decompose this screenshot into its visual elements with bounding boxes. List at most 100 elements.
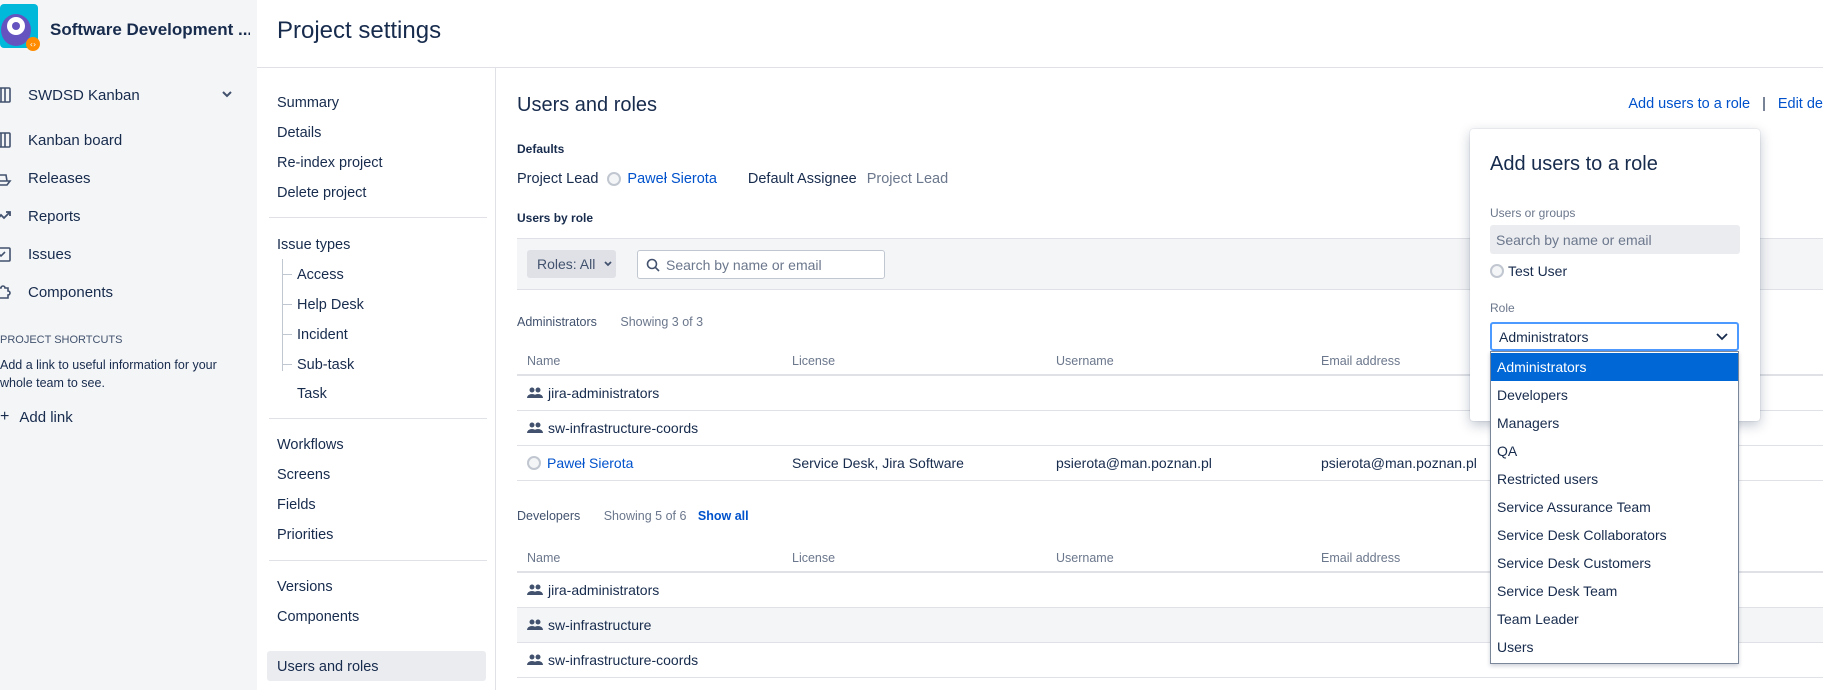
column-header-username: Username [1056, 354, 1114, 368]
column-header-email: Email address [1321, 551, 1401, 565]
settings-nav-issue-type-access[interactable]: Access [297, 267, 344, 283]
sidebar-item-label: Issues [28, 245, 72, 263]
project-sidebar: ‹› Software Development ... SWDSD Kanban… [0, 0, 257, 690]
tree-tick [282, 334, 292, 335]
chevron-down-icon [604, 261, 612, 267]
user-search-input[interactable] [666, 256, 876, 273]
sidebar-item-reports[interactable]: Reports [0, 203, 245, 229]
sidebar-item-components[interactable]: Components [0, 279, 245, 305]
row-name: Paweł Sierota [527, 455, 633, 471]
role-dropdown-list: Administrators Developers Managers QA Re… [1490, 351, 1739, 664]
row-license: Service Desk, Jira Software [792, 455, 964, 471]
top-actions: Add users to a role | Edit de [1628, 96, 1823, 112]
shortcuts-description: Add a link to useful information for you… [0, 358, 217, 390]
show-all-link[interactable]: Show all [698, 509, 749, 523]
column-header-license: License [792, 551, 836, 565]
settings-nav-components[interactable]: Components [277, 609, 359, 625]
tree-tick [282, 364, 292, 365]
defaults-label: Defaults [517, 142, 565, 156]
sidebar-board-label: SWDSD Kanban [28, 86, 140, 104]
role-option-developers[interactable]: Developers [1491, 381, 1738, 409]
selected-user-chip[interactable]: Test User [1490, 263, 1567, 279]
group-count: Showing 5 of 6 [603, 509, 687, 523]
tree-tick [282, 304, 292, 305]
settings-nav-issue-type-subtask[interactable]: Sub-task [297, 357, 354, 373]
project-header[interactable]: ‹› Software Development ... [0, 0, 257, 60]
role-option-service-desk-customers[interactable]: Service Desk Customers [1491, 549, 1738, 577]
settings-nav-workflows[interactable]: Workflows [277, 437, 344, 453]
sidebar-item-releases[interactable]: Releases [0, 165, 245, 191]
role-option-administrators[interactable]: Administrators [1491, 353, 1738, 381]
users-search-input[interactable] [1496, 231, 1736, 248]
project-avatar-icon: ‹› [0, 4, 40, 51]
settings-nav-issue-type-help-desk[interactable]: Help Desk [297, 297, 364, 313]
role-option-restricted-users[interactable]: Restricted users [1491, 465, 1738, 493]
role-select[interactable]: Administrators [1490, 322, 1739, 351]
sidebar-item-label: Reports [28, 207, 81, 225]
chart-icon [0, 206, 16, 226]
settings-nav-summary[interactable]: Summary [277, 95, 339, 111]
role-option-qa[interactable]: QA [1491, 437, 1738, 465]
group-header-administrators: Administrators Showing 3 of 3 [517, 315, 711, 329]
default-assignee-value: Project Lead [866, 171, 949, 187]
group-icon [527, 387, 543, 398]
chevron-down-icon [222, 91, 232, 98]
search-icon [646, 258, 660, 272]
group-icon [527, 584, 543, 595]
user-link[interactable]: Paweł Sierota [547, 455, 633, 471]
column-header-email: Email address [1321, 354, 1401, 368]
issues-icon [0, 244, 16, 264]
row-name: sw-infrastructure-coords [527, 652, 698, 668]
role-option-service-desk-collaborators[interactable]: Service Desk Collaborators [1491, 521, 1738, 549]
project-lead-link[interactable]: Paweł Sierota [627, 171, 716, 187]
settings-nav-screens[interactable]: Screens [277, 467, 330, 483]
dialog-title: Add users to a role [1490, 153, 1658, 175]
group-count: Showing 3 of 3 [620, 315, 704, 329]
selected-user-name: Test User [1508, 263, 1568, 279]
settings-nav-issue-type-task[interactable]: Task [297, 386, 327, 402]
group-icon [527, 619, 543, 630]
settings-nav-reindex[interactable]: Re-index project [277, 155, 383, 171]
row-email: psierota@man.poznan.pl [1321, 455, 1477, 471]
role-option-team-leader[interactable]: Team Leader [1491, 605, 1738, 633]
role-option-managers[interactable]: Managers [1491, 409, 1738, 437]
edit-defaults-link[interactable]: Edit de [1778, 96, 1823, 112]
page-header: Project settings [257, 0, 1823, 68]
settings-nav-issue-types[interactable]: Issue types [277, 237, 350, 253]
sidebar-item-issues[interactable]: Issues [0, 241, 245, 267]
role-label: Role [1490, 301, 1515, 315]
avatar [1490, 264, 1504, 278]
row-name: sw-infrastructure [527, 617, 651, 633]
shortcuts-title: PROJECT SHORTCUTS [0, 334, 123, 346]
sidebar-item-label: Kanban board [28, 131, 123, 149]
board-icon [0, 130, 16, 150]
settings-nav-delete[interactable]: Delete project [277, 185, 366, 201]
settings-nav: Summary Details Re-index project Delete … [257, 68, 496, 690]
column-header-license: License [792, 354, 836, 368]
roles-filter-button[interactable]: Roles: All [527, 250, 616, 278]
divider [269, 217, 487, 218]
row-username: psierota@man.poznan.pl [1056, 455, 1212, 471]
sidebar-board-selector[interactable]: SWDSD Kanban [0, 82, 245, 108]
role-option-service-desk-team[interactable]: Service Desk Team [1491, 577, 1738, 605]
settings-nav-issue-type-incident[interactable]: Incident [297, 327, 348, 343]
column-header-username: Username [1056, 551, 1114, 565]
divider [269, 418, 487, 419]
column-header-name: Name [527, 354, 561, 368]
svg-text:‹›: ‹› [30, 40, 36, 49]
add-link-label: Add link [19, 408, 73, 426]
role-option-service-assurance-team[interactable]: Service Assurance Team [1491, 493, 1738, 521]
group-name: Developers [517, 509, 581, 523]
settings-nav-priorities[interactable]: Priorities [277, 527, 333, 543]
users-or-groups-label: Users or groups [1490, 206, 1576, 220]
settings-nav-details[interactable]: Details [277, 125, 321, 141]
add-link-button[interactable]: + Add link [0, 408, 73, 426]
role-option-users[interactable]: Users [1491, 633, 1738, 661]
avatar [607, 172, 622, 186]
settings-nav-versions[interactable]: Versions [277, 579, 333, 595]
users-search-field [1490, 225, 1740, 254]
add-users-to-role-link[interactable]: Add users to a role [1628, 96, 1750, 112]
sidebar-item-kanban-board[interactable]: Kanban board [0, 127, 245, 153]
roles-filter-label: Roles: All [537, 256, 596, 272]
settings-nav-fields[interactable]: Fields [277, 497, 316, 513]
